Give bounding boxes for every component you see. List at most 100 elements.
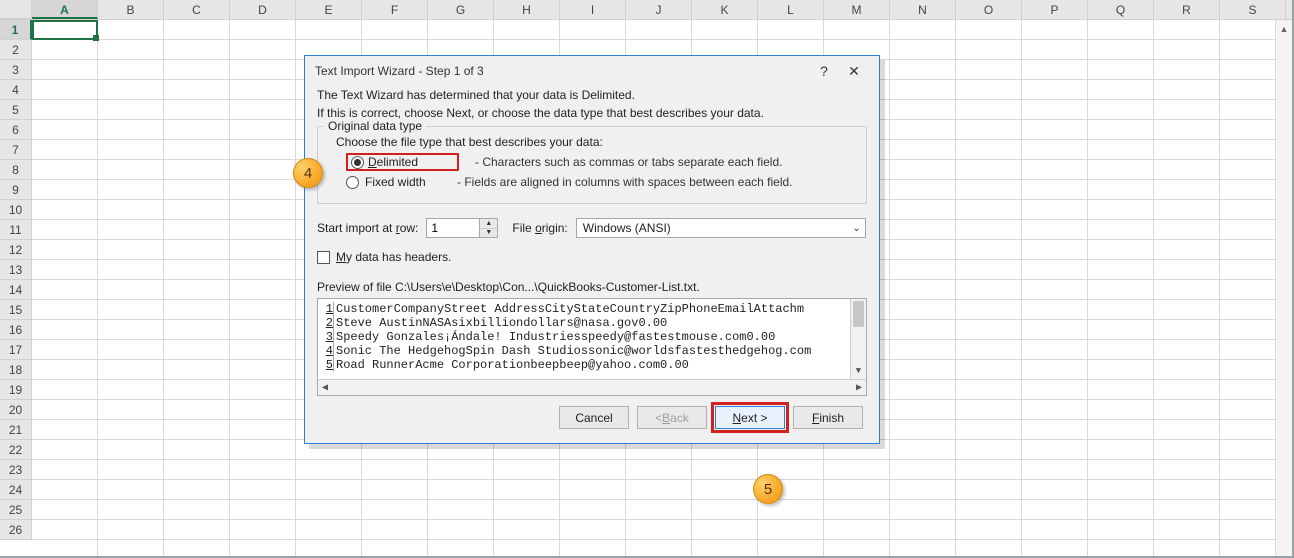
row-header-20[interactable]: 20 <box>0 400 32 420</box>
row-header-16[interactable]: 16 <box>0 320 32 340</box>
radio-fixed-width[interactable] <box>346 176 359 189</box>
col-header-K[interactable]: K <box>692 0 758 19</box>
col-header-I[interactable]: I <box>560 0 626 19</box>
dialog-titlebar[interactable]: Text Import Wizard - Step 1 of 3 ? ✕ <box>305 56 879 86</box>
row-header-18[interactable]: 18 <box>0 360 32 380</box>
col-header-E[interactable]: E <box>296 0 362 19</box>
option-fixed-width-desc: - Fields are aligned in columns with spa… <box>457 175 793 189</box>
row-header-11[interactable]: 11 <box>0 220 32 240</box>
start-row-label: Start import at row: <box>317 221 418 235</box>
option-fixed-width[interactable]: Fixed width - Fields are aligned in colu… <box>346 175 856 189</box>
preview-label: Preview of file C:\Users\e\Desktop\Con..… <box>317 280 867 294</box>
preview-line-1: CustomerCompanyStreet AddressCityStateCo… <box>336 302 804 316</box>
file-origin-label: File origin: <box>512 221 567 235</box>
col-header-F[interactable]: F <box>362 0 428 19</box>
preview-line-2: Steve AustinNASAsixbilliondollars@nasa.g… <box>336 316 667 330</box>
row-header-6[interactable]: 6 <box>0 120 32 140</box>
option-delimited-label: Delimited <box>368 155 454 169</box>
preview-vertical-scrollbar[interactable]: ▼ <box>850 299 866 379</box>
row-header-8[interactable]: 8 <box>0 160 32 180</box>
option-delimited[interactable]: Delimited - Characters such as commas or… <box>346 153 856 171</box>
row-header-3[interactable]: 3 <box>0 60 32 80</box>
headers-checkbox-label: My data has headers. <box>336 250 451 264</box>
row-headers: 1 2 3 4 5 6 7 8 9 10 11 12 13 14 15 16 1… <box>0 20 32 556</box>
my-data-has-headers-row[interactable]: My data has headers. <box>317 250 867 264</box>
col-header-C[interactable]: C <box>164 0 230 19</box>
row-header-24[interactable]: 24 <box>0 480 32 500</box>
finish-button[interactable]: Finish <box>793 406 863 429</box>
row-header-14[interactable]: 14 <box>0 280 32 300</box>
sheet-vertical-scrollbar[interactable]: ▲ <box>1275 20 1292 556</box>
col-header-L[interactable]: L <box>758 0 824 19</box>
preview-scroll-thumb[interactable] <box>853 301 864 327</box>
scroll-up-icon[interactable]: ▲ <box>1276 20 1292 37</box>
text-import-wizard-dialog: Text Import Wizard - Step 1 of 3 ? ✕ The… <box>304 55 880 444</box>
row-header-22[interactable]: 22 <box>0 440 32 460</box>
original-data-type-group: Original data type Choose the file type … <box>317 126 867 204</box>
preview-pane: 1CustomerCompanyStreet AddressCityStateC… <box>317 298 867 396</box>
row-header-7[interactable]: 7 <box>0 140 32 160</box>
option-fixed-width-label: Fixed width <box>365 175 451 189</box>
callout-badge-4: 4 <box>293 158 323 188</box>
cancel-button[interactable]: Cancel <box>559 406 629 429</box>
back-button: < Back <box>637 406 707 429</box>
help-button[interactable]: ? <box>809 59 839 83</box>
row-header-13[interactable]: 13 <box>0 260 32 280</box>
col-header-J[interactable]: J <box>626 0 692 19</box>
row-header-12[interactable]: 12 <box>0 240 32 260</box>
active-cell-A1[interactable] <box>32 20 98 40</box>
row-header-2[interactable]: 2 <box>0 40 32 60</box>
preview-horizontal-scrollbar[interactable]: ◀ ▶ <box>318 379 866 395</box>
col-header-A[interactable]: A <box>32 0 98 19</box>
callout-badge-5: 5 <box>753 474 783 504</box>
preview-line-5: Road RunnerAcme Corporationbeepbeep@yaho… <box>336 358 689 372</box>
col-header-H[interactable]: H <box>494 0 560 19</box>
col-header-Q[interactable]: Q <box>1088 0 1154 19</box>
close-button[interactable]: ✕ <box>839 59 869 83</box>
chevron-down-icon[interactable]: ⌄ <box>852 223 860 234</box>
group-legend: Original data type <box>324 119 426 133</box>
start-row-spinner[interactable]: ▲ ▼ <box>426 218 498 238</box>
preview-line-3: Speedy Gonzales¡Ándale! Industriesspeedy… <box>336 330 775 344</box>
col-header-N[interactable]: N <box>890 0 956 19</box>
row-header-4[interactable]: 4 <box>0 80 32 100</box>
select-all-corner[interactable] <box>0 0 32 19</box>
col-header-B[interactable]: B <box>98 0 164 19</box>
column-headers: A B C D E F G H I J K L M N O P Q R S <box>0 0 1292 20</box>
headers-checkbox[interactable] <box>317 251 330 264</box>
row-header-10[interactable]: 10 <box>0 200 32 220</box>
radio-delimited[interactable] <box>351 156 364 169</box>
col-header-D[interactable]: D <box>230 0 296 19</box>
col-header-M[interactable]: M <box>824 0 890 19</box>
col-header-R[interactable]: R <box>1154 0 1220 19</box>
col-header-P[interactable]: P <box>1022 0 1088 19</box>
col-header-S[interactable]: S <box>1220 0 1286 19</box>
row-header-9[interactable]: 9 <box>0 180 32 200</box>
choose-file-type-label: Choose the file type that best describes… <box>336 135 856 149</box>
dialog-title: Text Import Wizard - Step 1 of 3 <box>315 64 809 78</box>
next-button[interactable]: Next > <box>715 406 785 429</box>
option-delimited-desc: - Characters such as commas or tabs sepa… <box>475 155 782 169</box>
file-origin-value: Windows (ANSI) <box>583 221 671 235</box>
intro-text-1: The Text Wizard has determined that your… <box>317 88 867 102</box>
row-header-17[interactable]: 17 <box>0 340 32 360</box>
row-header-19[interactable]: 19 <box>0 380 32 400</box>
row-header-5[interactable]: 5 <box>0 100 32 120</box>
row-header-15[interactable]: 15 <box>0 300 32 320</box>
col-header-O[interactable]: O <box>956 0 1022 19</box>
row-header-25[interactable]: 25 <box>0 500 32 520</box>
intro-text-2: If this is correct, choose Next, or choo… <box>317 106 867 120</box>
preview-scroll-right-icon[interactable]: ▶ <box>856 382 862 394</box>
row-header-1[interactable]: 1 <box>0 20 32 40</box>
spinner-down-icon[interactable]: ▼ <box>480 229 497 238</box>
col-header-G[interactable]: G <box>428 0 494 19</box>
preview-scroll-down-icon[interactable]: ▼ <box>851 363 866 379</box>
row-header-23[interactable]: 23 <box>0 460 32 480</box>
file-origin-combo[interactable]: Windows (ANSI) ⌄ <box>576 218 866 238</box>
preview-line-4: Sonic The HedgehogSpin Dash Studiossonic… <box>336 344 811 358</box>
preview-scroll-left-icon[interactable]: ◀ <box>322 382 328 394</box>
start-row-input[interactable] <box>427 219 479 237</box>
row-header-26[interactable]: 26 <box>0 520 32 540</box>
row-header-21[interactable]: 21 <box>0 420 32 440</box>
spinner-up-icon[interactable]: ▲ <box>480 219 497 229</box>
